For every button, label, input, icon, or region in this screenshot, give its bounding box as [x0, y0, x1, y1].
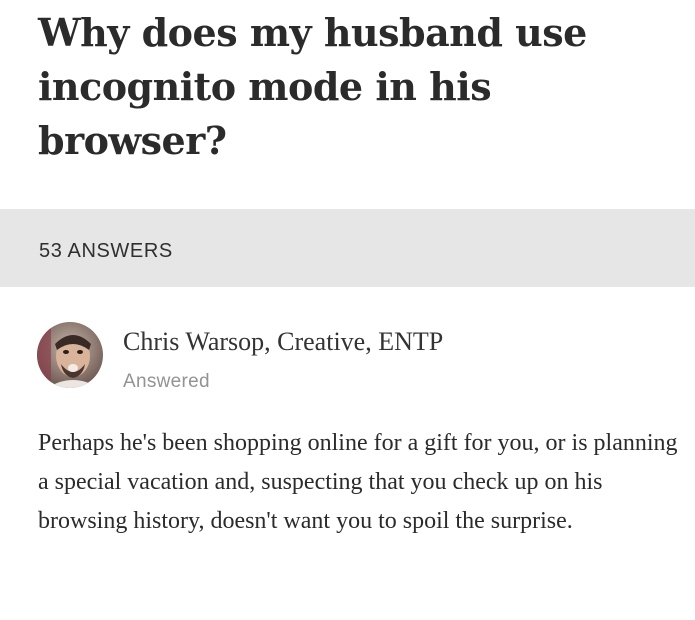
author-avatar[interactable] [37, 322, 103, 388]
user-photo-icon [37, 322, 103, 388]
question-page: Why does my husband use incognito mode i… [0, 0, 695, 620]
answers-count[interactable]: 53 ANSWERS [39, 239, 173, 263]
answer-status: Answered [123, 371, 210, 392]
answers-bar: 53 ANSWERS [0, 209, 695, 287]
author-name[interactable]: Chris Warsop, Creative, ENTP [123, 326, 443, 358]
answer-text: Perhaps he's been shopping online for a … [38, 430, 678, 534]
question-title[interactable]: Why does my husband use incognito mode i… [38, 6, 668, 168]
